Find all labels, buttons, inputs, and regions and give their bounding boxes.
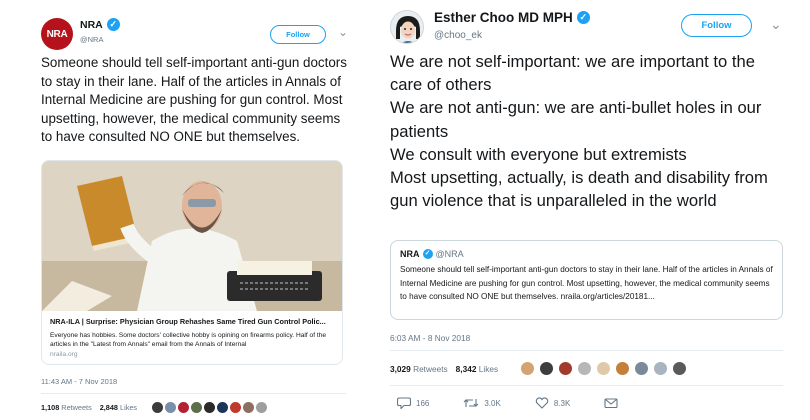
nra-avatar[interactable]: NRA	[41, 18, 73, 50]
liker-avatar[interactable]	[190, 401, 204, 414]
retweet-icon	[463, 399, 479, 407]
engagement-stats: 1,108 Retweets 2,848 Likes	[41, 401, 269, 414]
chevron-down-icon[interactable]: ⌄	[338, 25, 348, 39]
likes-label: Likes	[120, 403, 138, 412]
link-card[interactable]: NRA-ILA | Surprise: Physician Group Reha…	[41, 160, 343, 365]
quoted-author[interactable]: NRA ✓ @NRA	[400, 249, 464, 259]
retweets-count: 3,029	[390, 363, 411, 374]
liker-avatar[interactable]	[216, 401, 230, 414]
card-description: Everyone has hobbies. Some doctors' coll…	[50, 332, 327, 348]
author-name[interactable]: Esther Choo MD MPH ✓	[434, 10, 590, 25]
likes-count: 8,342	[455, 363, 477, 374]
likes-count: 2,848	[99, 403, 118, 412]
liker-avatar[interactable]	[653, 361, 669, 376]
likes-label: Likes	[478, 363, 499, 374]
likes-stat[interactable]: 2,848 Likes	[100, 403, 137, 412]
liker-avatar[interactable]	[615, 361, 631, 376]
card-domain: nraila.org	[50, 351, 78, 358]
liker-avatar[interactable]	[596, 361, 612, 376]
tweet-text: Someone should tell self-important anti-…	[41, 55, 347, 145]
liker-avatar[interactable]	[558, 361, 574, 376]
follow-button[interactable]: Follow	[270, 25, 326, 44]
author-name-text: Esther Choo MD MPH	[434, 10, 573, 25]
follow-button[interactable]: Follow	[681, 14, 752, 37]
tweet-actions: 166 3.0K 8.3K	[397, 397, 652, 409]
retweets-stat[interactable]: 1,108 Retweets	[41, 403, 92, 412]
reply-icon	[397, 397, 411, 409]
liker-avatar[interactable]	[539, 361, 555, 376]
liker-avatars	[151, 401, 269, 414]
liker-avatar[interactable]	[242, 401, 256, 414]
liker-avatar[interactable]	[229, 401, 243, 414]
verified-badge-icon: ✓	[576, 11, 590, 24]
esther-choo-avatar[interactable]	[390, 10, 424, 44]
verified-badge-icon: ✓	[422, 249, 433, 259]
like-action[interactable]: 8.3K	[535, 397, 570, 409]
liker-avatar[interactable]	[151, 401, 165, 414]
doctor-photo-illustration	[42, 161, 342, 311]
retweets-count: 1,108	[41, 403, 60, 412]
chevron-down-icon[interactable]: ⌄	[770, 16, 782, 33]
liker-avatar[interactable]	[255, 401, 269, 414]
envelope-icon	[604, 398, 618, 409]
quoted-tweet[interactable]: NRA ✓ @NRA Someone should tell self-impo…	[390, 240, 783, 320]
likes-stat[interactable]: 8,342 Likes	[456, 364, 498, 374]
reply-action[interactable]: 166	[397, 397, 429, 409]
retweets-label: Retweets	[413, 363, 448, 374]
liker-avatars	[520, 361, 688, 376]
divider	[390, 350, 783, 351]
liker-avatar[interactable]	[203, 401, 217, 414]
direct-message-action[interactable]	[604, 397, 618, 409]
author-name-text: NRA	[80, 18, 103, 31]
tweet-timestamp[interactable]: 11:43 AM - 7 Nov 2018	[41, 377, 117, 386]
verified-badge-icon: ✓	[106, 18, 120, 31]
quoted-tweet-text: Someone should tell self-important anti-…	[400, 263, 775, 304]
liker-avatar[interactable]	[520, 361, 536, 376]
heart-icon	[535, 397, 549, 409]
liker-avatar[interactable]	[177, 401, 191, 414]
tweet-text: We are not self-important: we are import…	[390, 52, 768, 211]
quoted-author-handle: @NRA	[435, 249, 464, 259]
author-handle[interactable]: @choo_ek	[434, 30, 482, 41]
nra-tweet: NRA NRA ✓ @NRA Follow ⌄ Someone should t…	[0, 0, 380, 420]
card-image	[42, 161, 342, 311]
retweet-action-count: 3.0K	[484, 398, 501, 408]
nra-avatar-logo: NRA	[46, 28, 68, 40]
like-action-count: 8.3K	[553, 398, 571, 408]
person-avatar-icon	[391, 11, 423, 43]
retweets-label: Retweets	[61, 403, 92, 412]
liker-avatar[interactable]	[577, 361, 593, 376]
retweets-stat[interactable]: 3,029 Retweets	[390, 364, 448, 374]
retweet-action[interactable]: 3.0K	[463, 397, 501, 409]
engagement-stats: 3,029 Retweets 8,342 Likes	[390, 361, 688, 376]
author-handle[interactable]: @NRA	[80, 35, 103, 44]
quoted-tweet-link[interactable]: nraila.org/articles/20181...	[561, 292, 655, 301]
tweet-timestamp[interactable]: 6:03 AM - 8 Nov 2018	[390, 333, 470, 343]
esther-choo-tweet: Esther Choo MD MPH ✓ @choo_ek Follow ⌄ W…	[375, 0, 810, 420]
reply-count: 166	[416, 398, 430, 408]
divider	[41, 393, 346, 394]
liker-avatar[interactable]	[634, 361, 650, 376]
divider	[390, 385, 783, 386]
author-name[interactable]: NRA ✓	[80, 18, 120, 31]
liker-avatar[interactable]	[164, 401, 178, 414]
card-title[interactable]: NRA-ILA | Surprise: Physician Group Reha…	[50, 317, 338, 326]
quoted-author-name: NRA	[400, 249, 420, 259]
liker-avatar[interactable]	[672, 361, 688, 376]
